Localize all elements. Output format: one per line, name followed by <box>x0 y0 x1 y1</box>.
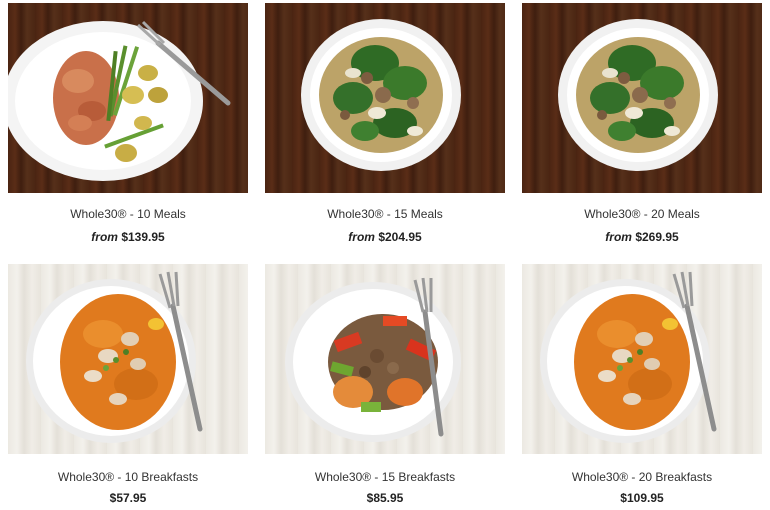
product-card[interactable]: Whole30® - 10 Meals from $139.95 <box>8 3 248 253</box>
product-price: $109.95 <box>522 491 762 505</box>
product-title[interactable]: Whole30® - 15 Breakfasts <box>265 470 505 484</box>
product-grid: Whole30® - 10 Meals from $139.95 Whole30… <box>0 0 770 510</box>
product-card[interactable]: Whole30® - 20 Breakfasts $109.95 <box>522 264 762 510</box>
price-prefix: from <box>348 230 375 244</box>
product-title[interactable]: Whole30® - 20 Meals <box>522 207 762 221</box>
product-price: $57.95 <box>8 491 248 505</box>
product-image-soup-bowl[interactable] <box>522 3 762 193</box>
product-image-breakfast-plate[interactable] <box>265 264 505 454</box>
product-price: from $269.95 <box>522 230 762 244</box>
product-title[interactable]: Whole30® - 20 Breakfasts <box>522 470 762 484</box>
product-card[interactable]: Whole30® - 10 Breakfasts $57.95 <box>8 264 248 510</box>
product-price: from $204.95 <box>265 230 505 244</box>
price-amount: $269.95 <box>635 230 679 244</box>
product-card[interactable]: Whole30® - 20 Meals from $269.95 <box>522 3 762 253</box>
product-price: $85.95 <box>265 491 505 505</box>
price-amount: $85.95 <box>366 491 404 505</box>
price-amount: $109.95 <box>620 491 664 505</box>
product-card[interactable]: Whole30® - 15 Breakfasts $85.95 <box>265 264 505 510</box>
price-prefix: from <box>91 230 118 244</box>
price-amount: $139.95 <box>121 230 165 244</box>
product-title[interactable]: Whole30® - 10 Meals <box>8 207 248 221</box>
price-prefix: from <box>605 230 632 244</box>
product-card[interactable]: Whole30® - 15 Meals from $204.95 <box>265 3 505 253</box>
product-image-soup-bowl[interactable] <box>265 3 505 193</box>
product-title[interactable]: Whole30® - 15 Meals <box>265 207 505 221</box>
product-image-dinner-plate[interactable] <box>8 3 248 193</box>
product-price: from $139.95 <box>8 230 248 244</box>
product-title[interactable]: Whole30® - 10 Breakfasts <box>8 470 248 484</box>
product-image-breakfast-plate[interactable] <box>8 264 248 454</box>
product-image-breakfast-plate[interactable] <box>522 264 762 454</box>
price-amount: $204.95 <box>378 230 422 244</box>
price-amount: $57.95 <box>109 491 147 505</box>
